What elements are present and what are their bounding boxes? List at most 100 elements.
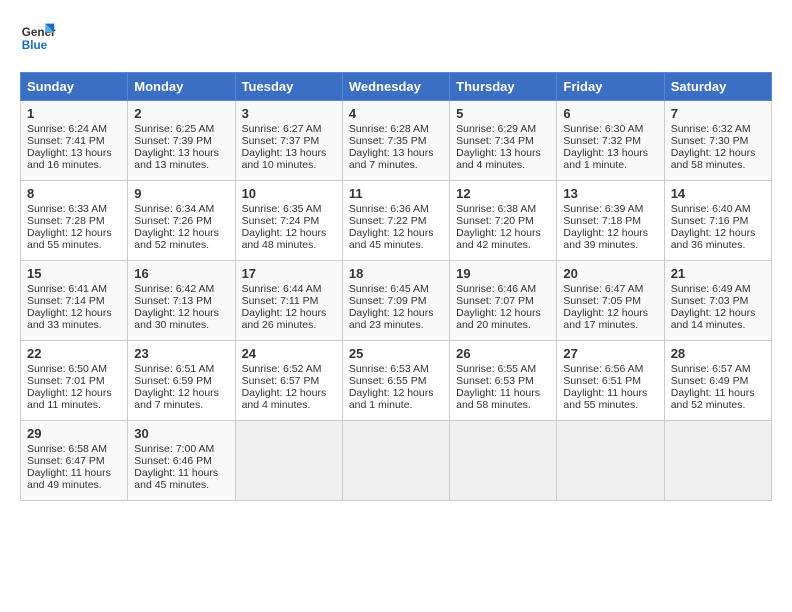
cell-line: Sunset: 7:09 PM: [349, 295, 443, 307]
cell-line: Sunrise: 6:58 AM: [27, 443, 121, 455]
cell-line: and 20 minutes.: [456, 319, 550, 331]
cell-line: Daylight: 11 hours: [563, 387, 657, 399]
cell-line: Daylight: 12 hours: [349, 307, 443, 319]
calendar-cell: 11Sunrise: 6:36 AMSunset: 7:22 PMDayligh…: [342, 181, 449, 261]
calendar-cell: 21Sunrise: 6:49 AMSunset: 7:03 PMDayligh…: [664, 261, 771, 341]
day-number: 16: [134, 266, 228, 281]
cell-line: Daylight: 12 hours: [27, 387, 121, 399]
cell-line: Sunrise: 6:34 AM: [134, 203, 228, 215]
day-number: 15: [27, 266, 121, 281]
cell-line: Sunrise: 6:50 AM: [27, 363, 121, 375]
cell-line: Sunrise: 6:32 AM: [671, 123, 765, 135]
cell-line: Sunset: 6:49 PM: [671, 375, 765, 387]
cell-line: and 49 minutes.: [27, 479, 121, 491]
page-header: General Blue: [20, 20, 772, 56]
cell-line: Sunrise: 6:42 AM: [134, 283, 228, 295]
calendar-cell: 9Sunrise: 6:34 AMSunset: 7:26 PMDaylight…: [128, 181, 235, 261]
cell-line: Sunrise: 7:00 AM: [134, 443, 228, 455]
cell-line: and 58 minutes.: [671, 159, 765, 171]
cell-line: and 52 minutes.: [134, 239, 228, 251]
cell-line: Sunrise: 6:24 AM: [27, 123, 121, 135]
cell-line: and 1 minute.: [349, 399, 443, 411]
cell-line: Sunset: 7:13 PM: [134, 295, 228, 307]
cell-line: Sunset: 6:51 PM: [563, 375, 657, 387]
cell-line: Sunset: 7:07 PM: [456, 295, 550, 307]
cell-line: Sunset: 7:30 PM: [671, 135, 765, 147]
cell-line: Daylight: 12 hours: [563, 227, 657, 239]
day-number: 23: [134, 346, 228, 361]
cell-line: Sunset: 6:47 PM: [27, 455, 121, 467]
day-of-week-header: Tuesday: [235, 73, 342, 101]
cell-line: Sunrise: 6:55 AM: [456, 363, 550, 375]
day-number: 2: [134, 106, 228, 121]
calendar-cell: [342, 421, 449, 501]
cell-line: Daylight: 12 hours: [671, 307, 765, 319]
cell-line: Sunrise: 6:57 AM: [671, 363, 765, 375]
cell-line: Sunrise: 6:29 AM: [456, 123, 550, 135]
day-number: 26: [456, 346, 550, 361]
cell-line: Daylight: 11 hours: [134, 467, 228, 479]
calendar-cell: 14Sunrise: 6:40 AMSunset: 7:16 PMDayligh…: [664, 181, 771, 261]
day-number: 18: [349, 266, 443, 281]
cell-line: Sunrise: 6:56 AM: [563, 363, 657, 375]
calendar-cell: 23Sunrise: 6:51 AMSunset: 6:59 PMDayligh…: [128, 341, 235, 421]
cell-line: Sunrise: 6:49 AM: [671, 283, 765, 295]
calendar-cell: 7Sunrise: 6:32 AMSunset: 7:30 PMDaylight…: [664, 101, 771, 181]
calendar-cell: 2Sunrise: 6:25 AMSunset: 7:39 PMDaylight…: [128, 101, 235, 181]
cell-line: Sunset: 7:11 PM: [242, 295, 336, 307]
calendar-cell: 26 Sunrise: 6:55 AMSunset: 6:53 PMDayligh…: [450, 341, 557, 421]
day-number: 13: [563, 186, 657, 201]
cell-line: Daylight: 12 hours: [242, 227, 336, 239]
day-number: 24: [242, 346, 336, 361]
cell-line: Daylight: 13 hours: [242, 147, 336, 159]
calendar-cell: 1Sunrise: 6:24 AMSunset: 7:41 PMDaylight…: [21, 101, 128, 181]
cell-line: and 17 minutes.: [563, 319, 657, 331]
cell-line: Sunset: 7:39 PM: [134, 135, 228, 147]
day-number: 30: [134, 426, 228, 441]
day-number: 8: [27, 186, 121, 201]
day-number: 21: [671, 266, 765, 281]
cell-line: Sunset: 7:05 PM: [563, 295, 657, 307]
cell-line: Sunset: 6:53 PM: [456, 375, 550, 387]
cell-line: Sunset: 6:46 PM: [134, 455, 228, 467]
cell-line: Daylight: 12 hours: [349, 387, 443, 399]
cell-line: Daylight: 11 hours: [671, 387, 765, 399]
cell-line: Daylight: 12 hours: [27, 227, 121, 239]
cell-line: Sunrise: 6:51 AM: [134, 363, 228, 375]
cell-line: and 7 minutes.: [349, 159, 443, 171]
calendar-cell: 13Sunrise: 6:39 AMSunset: 7:18 PMDayligh…: [557, 181, 664, 261]
day-of-week-header: Thursday: [450, 73, 557, 101]
cell-line: Sunrise: 6:36 AM: [349, 203, 443, 215]
cell-line: Sunset: 7:14 PM: [27, 295, 121, 307]
day-number: 10: [242, 186, 336, 201]
calendar-cell: 28Sunrise: 6:57 AMSunset: 6:49 PMDayligh…: [664, 341, 771, 421]
cell-line: Sunset: 7:37 PM: [242, 135, 336, 147]
cell-line: Daylight: 11 hours: [456, 387, 550, 399]
cell-line: and 58 minutes.: [456, 399, 550, 411]
cell-line: Sunset: 6:57 PM: [242, 375, 336, 387]
cell-line: and 45 minutes.: [134, 479, 228, 491]
calendar-cell: 24Sunrise: 6:52 AMSunset: 6:57 PMDayligh…: [235, 341, 342, 421]
calendar-cell: 30 Sunrise: 7:00 AMSunset: 6:46 PMDayligh…: [128, 421, 235, 501]
day-number: 11: [349, 186, 443, 201]
cell-line: and 30 minutes.: [134, 319, 228, 331]
cell-line: and 1 minute.: [563, 159, 657, 171]
cell-line: Daylight: 12 hours: [242, 387, 336, 399]
cell-line: Daylight: 12 hours: [563, 307, 657, 319]
cell-line: and 23 minutes.: [349, 319, 443, 331]
cell-line: Sunset: 7:26 PM: [134, 215, 228, 227]
day-of-week-header: Wednesday: [342, 73, 449, 101]
calendar-cell: [664, 421, 771, 501]
cell-line: Sunrise: 6:53 AM: [349, 363, 443, 375]
cell-line: Daylight: 12 hours: [134, 227, 228, 239]
calendar-cell: 29Sunrise: 6:58 AMSunset: 6:47 PMDayligh…: [21, 421, 128, 501]
day-of-week-header: Friday: [557, 73, 664, 101]
cell-line: Daylight: 11 hours: [27, 467, 121, 479]
cell-line: Daylight: 12 hours: [134, 387, 228, 399]
day-number: 1: [27, 106, 121, 121]
calendar-cell: 4Sunrise: 6:28 AMSunset: 7:35 PMDaylight…: [342, 101, 449, 181]
cell-line: Sunset: 7:01 PM: [27, 375, 121, 387]
cell-line: Sunrise: 6:33 AM: [27, 203, 121, 215]
cell-line: and 39 minutes.: [563, 239, 657, 251]
cell-line: Sunset: 7:24 PM: [242, 215, 336, 227]
